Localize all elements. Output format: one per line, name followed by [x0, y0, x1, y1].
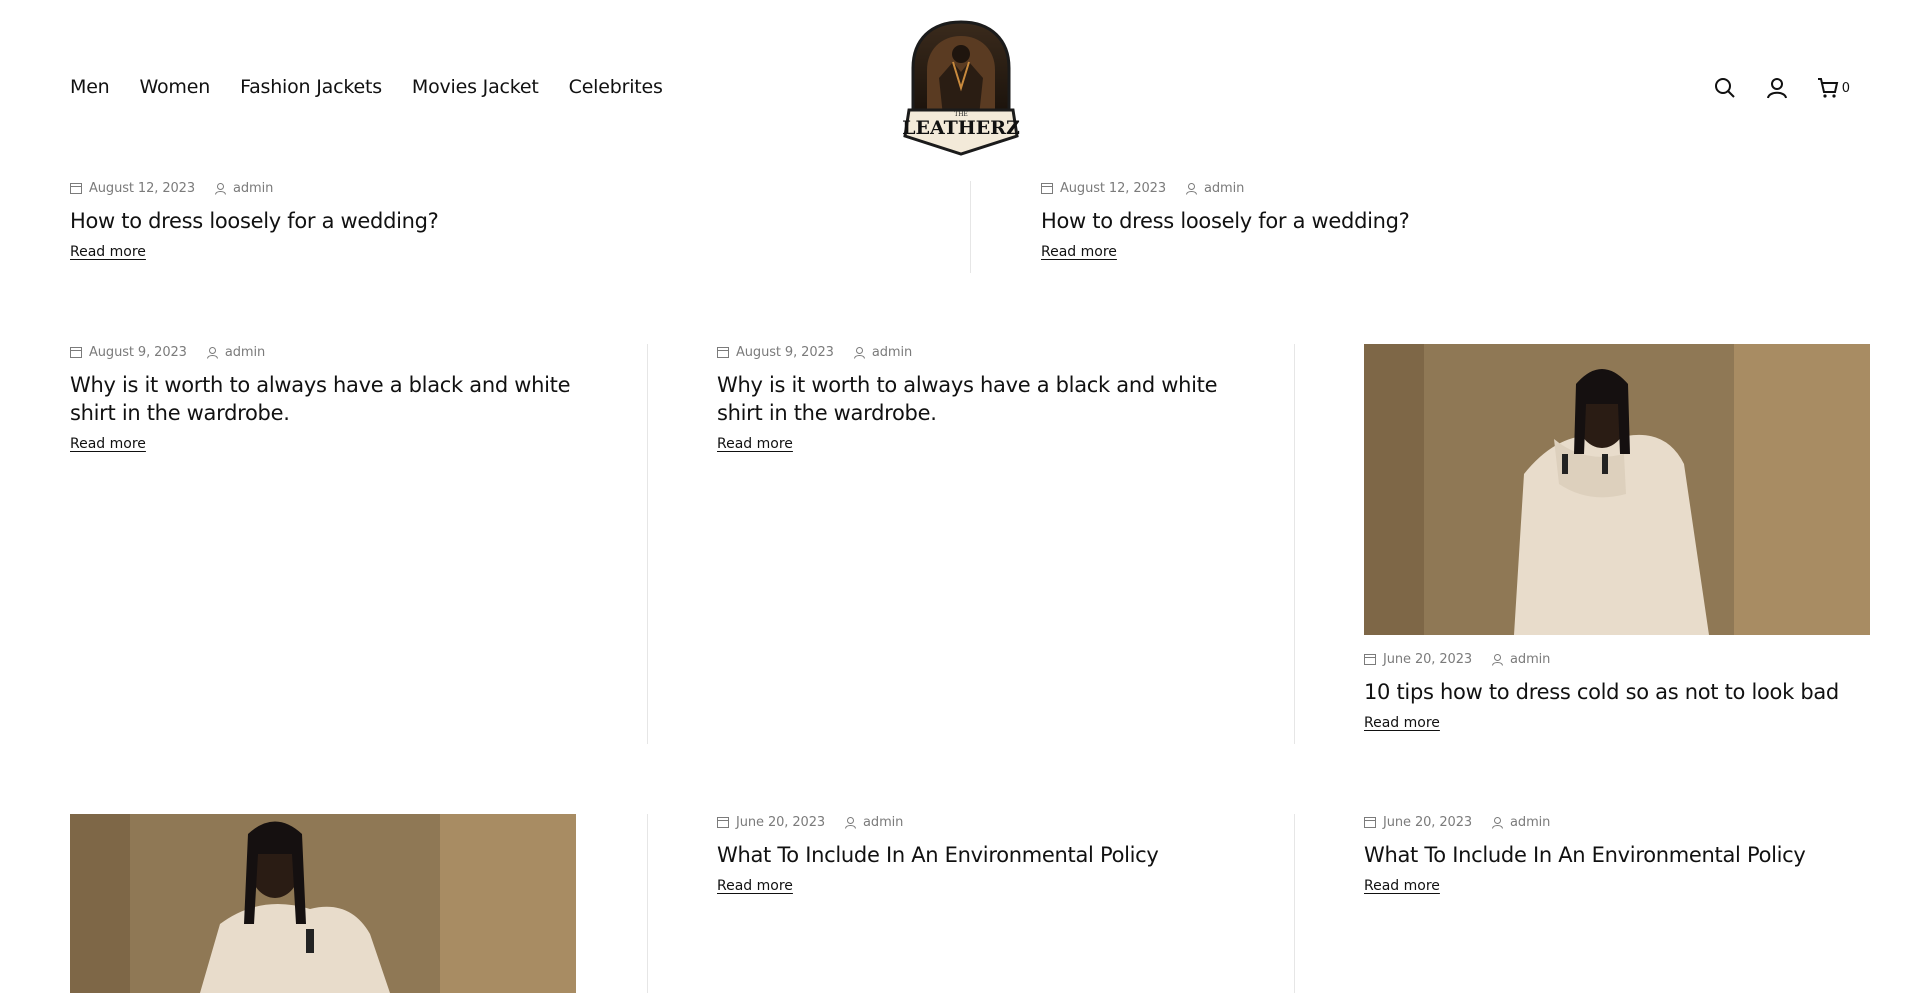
divider — [970, 181, 971, 273]
nav-celebrites[interactable]: Celebrites — [569, 76, 663, 98]
post-meta: June 20, 2023 admin — [1364, 652, 1870, 667]
post-meta: August 12, 2023 admin — [70, 181, 950, 196]
divider — [647, 344, 648, 744]
author-icon — [853, 346, 865, 359]
read-more-link[interactable]: Read more — [1364, 878, 1440, 894]
post-author[interactable]: admin — [863, 815, 903, 830]
post-image — [1364, 344, 1870, 635]
post-date: August 12, 2023 — [89, 181, 196, 196]
read-more-link[interactable]: Read more — [1041, 244, 1117, 260]
logo-text: LEATHERZ — [902, 117, 1020, 139]
post-date: June 20, 2023 — [1383, 815, 1473, 830]
calendar-icon — [70, 183, 82, 194]
site-header: Men Women Fashion Jackets Movies Jacket … — [0, 0, 1920, 178]
read-more-link[interactable]: Read more — [70, 436, 146, 452]
divider — [647, 814, 648, 993]
post-author[interactable]: admin — [1510, 652, 1550, 667]
header-icons: 0 — [1685, 76, 1850, 100]
author-icon — [1492, 816, 1504, 829]
post-date: June 20, 2023 — [1383, 652, 1473, 667]
author-icon — [206, 346, 218, 359]
calendar-icon — [1041, 183, 1053, 194]
read-more-link[interactable]: Read more — [1364, 715, 1440, 731]
post-thumbnail[interactable] — [1364, 344, 1870, 635]
post-card: August 9, 2023 admin Why is it worth to … — [70, 345, 580, 452]
post-author[interactable]: admin — [872, 345, 912, 360]
post-card: August 12, 2023 admin How to dress loose… — [1041, 181, 1841, 260]
read-more-link[interactable]: Read more — [70, 244, 146, 260]
post-title[interactable]: Why is it worth to always have a black a… — [70, 371, 580, 427]
post-date: August 9, 2023 — [736, 345, 834, 360]
nav-men[interactable]: Men — [70, 76, 110, 98]
author-icon — [1186, 182, 1198, 195]
post-title[interactable]: How to dress loosely for a wedding? — [1041, 207, 1841, 235]
author-icon — [845, 816, 857, 829]
post-card: June 20, 2023 admin 10 tips how to dress… — [1364, 652, 1870, 731]
cart-count: 0 — [1841, 80, 1850, 96]
post-meta: June 20, 2023 admin — [717, 815, 1227, 830]
calendar-icon — [70, 347, 82, 358]
nav-fashion-jackets[interactable]: Fashion Jackets — [240, 76, 382, 98]
post-title[interactable]: Why is it worth to always have a black a… — [717, 371, 1227, 427]
calendar-icon — [717, 347, 729, 358]
post-date: August 12, 2023 — [1060, 181, 1167, 196]
post-date: August 9, 2023 — [89, 345, 187, 360]
author-icon — [1492, 653, 1504, 666]
calendar-icon — [1364, 817, 1376, 828]
calendar-icon — [1364, 654, 1376, 665]
post-meta: August 9, 2023 admin — [70, 345, 580, 360]
post-meta: June 20, 2023 admin — [1364, 815, 1870, 830]
user-icon[interactable] — [1765, 76, 1789, 100]
post-card: August 12, 2023 admin How to dress loose… — [70, 181, 950, 260]
post-card: June 20, 2023 admin What To Include In A… — [1364, 815, 1870, 894]
post-title[interactable]: 10 tips how to dress cold so as not to l… — [1364, 678, 1870, 706]
post-title[interactable]: How to dress loosely for a wedding? — [70, 207, 950, 235]
post-title[interactable]: What To Include In An Environmental Poli… — [1364, 841, 1870, 869]
nav-women[interactable]: Women — [140, 76, 211, 98]
main-nav: Men Women Fashion Jackets Movies Jacket … — [70, 76, 693, 98]
post-author[interactable]: admin — [1510, 815, 1550, 830]
calendar-icon — [717, 817, 729, 828]
divider — [1294, 344, 1295, 744]
nav-movies-jacket[interactable]: Movies Jacket — [412, 76, 539, 98]
read-more-link[interactable]: Read more — [717, 436, 793, 452]
post-thumbnail[interactable] — [70, 814, 576, 993]
site-logo[interactable]: THE LEATHERZ — [901, 18, 1021, 158]
divider — [1294, 814, 1295, 993]
post-author[interactable]: admin — [1204, 181, 1244, 196]
post-date: June 20, 2023 — [736, 815, 826, 830]
cart-icon[interactable]: 0 — [1817, 76, 1850, 100]
post-image — [70, 814, 576, 993]
logo-emblem-icon: THE LEATHERZ — [902, 20, 1020, 156]
post-title[interactable]: What To Include In An Environmental Poli… — [717, 841, 1227, 869]
search-icon[interactable] — [1713, 76, 1737, 100]
read-more-link[interactable]: Read more — [717, 878, 793, 894]
post-card: June 20, 2023 admin What To Include In A… — [717, 815, 1227, 894]
post-author[interactable]: admin — [233, 181, 273, 196]
author-icon — [215, 182, 227, 195]
post-author[interactable]: admin — [225, 345, 265, 360]
post-meta: August 9, 2023 admin — [717, 345, 1227, 360]
post-meta: August 12, 2023 admin — [1041, 181, 1841, 196]
post-card: August 9, 2023 admin Why is it worth to … — [717, 345, 1227, 452]
